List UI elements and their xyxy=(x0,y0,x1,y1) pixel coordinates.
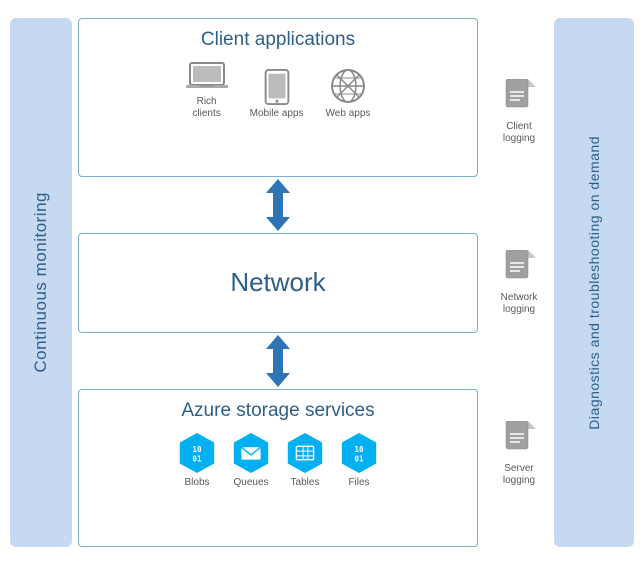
arrow-2 xyxy=(78,333,478,389)
server-logging-label: Serverlogging xyxy=(503,463,535,487)
network-logging-icon xyxy=(502,250,536,288)
server-logging-icon xyxy=(502,421,536,459)
queues-icon xyxy=(231,432,271,474)
diagnostics-label: Diagnostics and troubleshooting on deman… xyxy=(586,136,603,430)
web-apps-item: Web apps xyxy=(326,67,371,120)
tables-label: Tables xyxy=(291,477,320,489)
right-section: Clientlogging Networklogging xyxy=(484,18,634,547)
tables-icon xyxy=(285,432,325,474)
svg-text:10: 10 xyxy=(354,445,364,454)
mobile-apps-label: Mobile apps xyxy=(250,108,304,120)
blobs-label: Blobs xyxy=(184,477,209,489)
web-apps-label: Web apps xyxy=(326,108,371,120)
right-icons-area: Clientlogging Networklogging xyxy=(484,18,554,547)
azure-storage-title: Azure storage services xyxy=(89,400,467,422)
mobile-apps-item: Mobile apps xyxy=(250,69,304,120)
client-applications-title: Client applications xyxy=(89,29,467,51)
blobs-icon: 10 01 xyxy=(177,432,217,474)
queues-label: Queues xyxy=(233,477,268,489)
server-logging-item: Serverlogging xyxy=(502,368,536,539)
double-arrow-icon-1 xyxy=(260,179,296,231)
client-applications-box: Client applications Richclients xyxy=(78,18,478,177)
network-logging-label: Networklogging xyxy=(501,292,538,316)
blobs-item: 10 01 Blobs xyxy=(177,432,217,489)
double-arrow-icon-2 xyxy=(260,335,296,387)
mobile-apps-icon xyxy=(263,69,291,105)
tables-item: Tables xyxy=(285,432,325,489)
svg-text:01: 01 xyxy=(192,454,202,463)
continuous-monitoring-panel: Continuous monitoring xyxy=(10,18,72,547)
center-content: Client applications Richclients xyxy=(78,18,478,547)
rich-clients-icon xyxy=(186,61,228,93)
files-icon: 10 01 xyxy=(339,432,379,474)
main-wrapper: Continuous monitoring Client application… xyxy=(0,0,644,565)
client-icons-row: Richclients Mobile apps xyxy=(89,61,467,120)
client-logging-label: Clientlogging xyxy=(503,121,535,145)
azure-storage-box: Azure storage services 10 01 Blobs xyxy=(78,389,478,548)
files-item: 10 01 Files xyxy=(339,432,379,489)
client-logging-item: Clientlogging xyxy=(502,26,536,197)
diagnostics-panel: Diagnostics and troubleshooting on deman… xyxy=(554,18,634,547)
client-logging-icon xyxy=(502,79,536,117)
queues-item: Queues xyxy=(231,432,271,489)
continuous-monitoring-label: Continuous monitoring xyxy=(31,192,51,373)
storage-icons-row: 10 01 Blobs Queues xyxy=(89,432,467,489)
network-box: Network xyxy=(78,233,478,333)
network-title: Network xyxy=(230,267,325,298)
network-logging-item: Networklogging xyxy=(501,197,538,368)
arrow-1 xyxy=(78,177,478,233)
svg-text:01: 01 xyxy=(354,454,364,463)
svg-text:10: 10 xyxy=(192,445,202,454)
web-apps-icon xyxy=(329,67,367,105)
rich-clients-label: Richclients xyxy=(192,96,220,120)
files-label: Files xyxy=(348,477,369,489)
rich-clients-item: Richclients xyxy=(186,61,228,120)
